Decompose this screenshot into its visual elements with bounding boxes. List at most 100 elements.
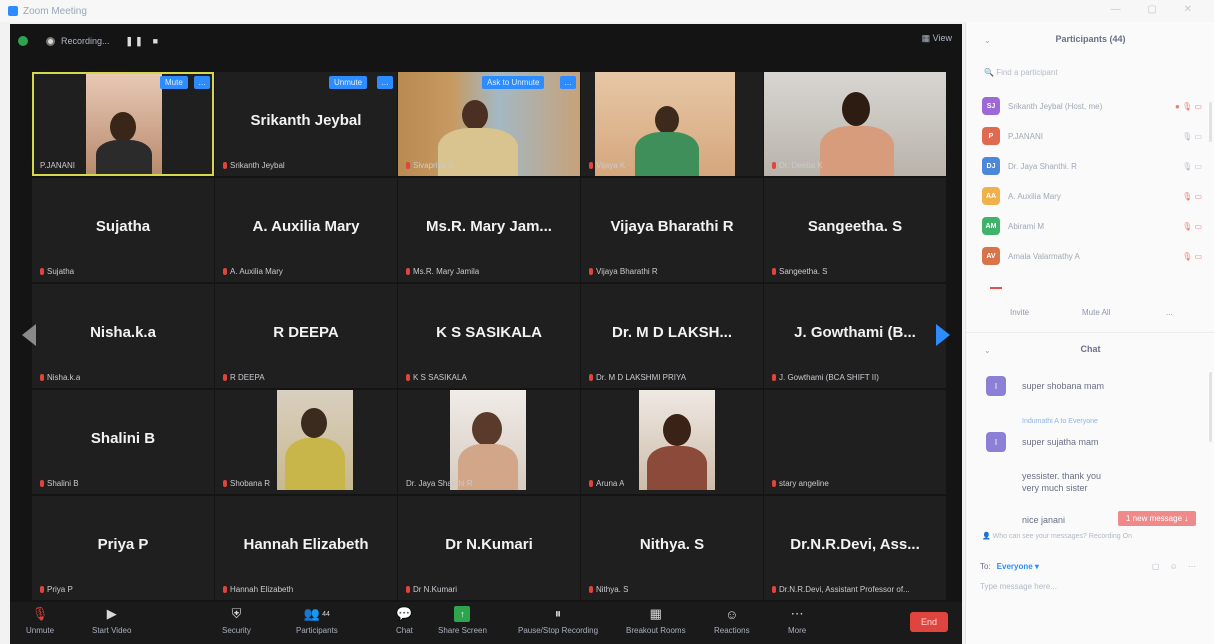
participant-row[interactable]: SJ Srikanth Jeybal (Host, me) ● 🎙 ▭ <box>982 96 1210 116</box>
unmute-button[interactable]: Unmute <box>329 76 368 89</box>
participants-scrollbar[interactable] <box>1209 102 1212 142</box>
meeting-topbar: Recording... ❚❚ ■ ▦ View <box>10 24 962 58</box>
meeting-toolbar: 🎙 Unmute ▶ Start Video ⛨ Security 👥 44 Pa… <box>10 602 962 644</box>
tile-more-button[interactable]: … <box>560 76 576 89</box>
stop-recording-button[interactable]: ■ <box>153 36 160 46</box>
chat-message: super sujatha mam <box>1022 437 1099 447</box>
video-tile[interactable]: Vijaya Bharathi R Vijaya Bharathi R <box>581 178 763 282</box>
video-tile[interactable]: Priya P Priya P <box>32 496 214 600</box>
tile-name-label: Dr. Deeba K <box>772 161 823 170</box>
share-screen-button[interactable]: ↑ Share Screen <box>438 606 487 635</box>
avatar: AV <box>982 247 1000 265</box>
side-panel: ⌄ Participants (44) 🔍 Find a participant… <box>965 22 1214 644</box>
ask-to-unmute-button[interactable]: Ask to Unmute <box>482 76 545 89</box>
end-meeting-button[interactable]: End <box>910 612 948 632</box>
tile-display-name: Dr.N.R.Devi, Ass... <box>790 536 920 553</box>
participants-more-button[interactable]: ... <box>1166 308 1173 317</box>
tile-more-button[interactable]: … <box>194 76 210 89</box>
pause-stop-recording-button[interactable]: ⏸ Pause/Stop Recording <box>518 606 598 635</box>
chat-button[interactable]: 💬 Chat <box>396 606 413 635</box>
video-tile[interactable]: Nithya. S Nithya. S <box>581 496 763 600</box>
video-tile[interactable]: Ask to Unmute … Sivapriya S <box>398 72 580 176</box>
video-tile[interactable]: Dr.N.R.Devi, Ass... Dr.N.R.Devi, Assista… <box>764 496 946 600</box>
video-tile[interactable]: Unmute … Srikanth Jeybal Srikanth Jeybal <box>215 72 397 176</box>
mute-all-button[interactable]: Mute All <box>1082 308 1110 317</box>
next-page-arrow-icon[interactable] <box>936 324 950 346</box>
tile-name-label: Sujatha <box>40 267 74 276</box>
tile-name-label: Priya P <box>40 585 73 594</box>
participant-row[interactable]: AM Abirami M 🎙 ▭ <box>982 216 1210 236</box>
unmute-button[interactable]: 🎙 Unmute <box>26 606 54 635</box>
chat-recipient: To: Everyone ▾ <box>980 562 1039 571</box>
video-tile[interactable]: Dr. Deeba K <box>764 72 946 176</box>
chat-message: yessister. thank you <box>1022 471 1102 481</box>
tile-name-label: A. Auxilia Mary <box>223 267 283 276</box>
participant-search-input[interactable]: 🔍 Find a participant <box>984 68 1058 77</box>
video-tile[interactable]: stary angeline <box>764 390 946 494</box>
zoom-logo-icon <box>8 6 18 16</box>
video-tile[interactable]: Aruna A <box>581 390 763 494</box>
mic-video-off-icon: 🎙 ▭ <box>1182 251 1202 261</box>
avatar: I <box>986 376 1006 396</box>
participant-row[interactable]: AA A. Auxilia Mary 🎙 ▭ <box>982 186 1210 206</box>
tile-name-label: R DEEPA <box>223 373 265 382</box>
panel-divider <box>966 332 1214 333</box>
chat-scrollbar[interactable] <box>1209 372 1212 442</box>
mute-button[interactable]: Mute <box>160 76 188 89</box>
video-tile[interactable]: Shalini B Shalini B <box>32 390 214 494</box>
video-tile[interactable]: Sujatha Sujatha <box>32 178 214 282</box>
security-shield-icon[interactable] <box>18 36 28 46</box>
participant-row[interactable]: AV Amala Valarmathy A 🎙 ▭ <box>982 246 1210 266</box>
reactions-button[interactable]: ☺ Reactions <box>714 606 750 636</box>
tile-more-button[interactable]: … <box>377 76 393 89</box>
breakout-rooms-button[interactable]: ▦ Breakout Rooms <box>626 606 686 635</box>
who-can-see-link[interactable]: 👤 Who can see your messages? Recording O… <box>982 532 1132 540</box>
window-title: Zoom Meeting <box>23 5 87 17</box>
tile-display-name: J. Gowthami (B... <box>794 324 916 341</box>
tile-display-name: Priya P <box>97 536 149 553</box>
avatar: AM <box>982 217 1000 235</box>
video-tile[interactable]: Hannah Elizabeth Hannah Elizabeth <box>215 496 397 600</box>
participant-row[interactable]: P P.JANANI 🎙 ▭ <box>982 126 1210 146</box>
video-tile[interactable]: J. Gowthami (B... J. Gowthami (BCA SHIFT… <box>764 284 946 388</box>
participant-row[interactable]: DJ Dr. Jaya Shanthi. R 🎙 ▭ <box>982 156 1210 176</box>
mic-video-icon: 🎙 ▭ <box>1182 161 1202 171</box>
reactions-icon: ☺ <box>725 606 739 622</box>
view-button[interactable]: ▦ View <box>922 33 952 44</box>
recipient-dropdown[interactable]: Everyone ▾ <box>997 562 1039 571</box>
participants-button[interactable]: 👥 44 Participants <box>296 606 338 635</box>
tile-display-name: A. Auxilia Mary <box>252 218 360 235</box>
video-tile[interactable]: Mute … P.JANANI <box>32 72 214 176</box>
tile-display-name: Hannah Elizabeth <box>243 536 369 553</box>
breakout-rooms-icon: ▦ <box>649 606 662 621</box>
video-tile[interactable]: Dr. Jaya Shanthi R <box>398 390 580 494</box>
tile-display-name: Vijaya Bharathi R <box>610 218 734 235</box>
participants-title: Participants (44) <box>1055 34 1126 44</box>
tile-display-name: Dr N.Kumari <box>445 536 533 553</box>
video-tile[interactable]: Sangeetha. S Sangeetha. S <box>764 178 946 282</box>
tile-display-name: Nisha.k.a <box>90 324 156 341</box>
video-tile[interactable]: Shobana R <box>215 390 397 494</box>
tile-display-name: R DEEPA <box>273 324 339 341</box>
previous-page-arrow-icon[interactable] <box>22 324 36 346</box>
video-tile[interactable]: Nisha.k.a Nisha.k.a <box>32 284 214 388</box>
video-tile[interactable]: Ms.R. Mary Jam... Ms.R. Mary Jamila <box>398 178 580 282</box>
video-tile[interactable]: Dr. M D LAKSH... Dr. M D LAKSHMI PRIYA <box>581 284 763 388</box>
tile-display-name: Dr. M D LAKSH... <box>611 324 732 341</box>
video-tile[interactable]: R DEEPA R DEEPA <box>215 284 397 388</box>
more-button[interactable]: ⋯ More <box>788 606 806 635</box>
video-tile[interactable]: A. Auxilia Mary A. Auxilia Mary <box>215 178 397 282</box>
pause-recording-button[interactable]: ❚❚ <box>126 36 145 47</box>
start-video-button[interactable]: ▶ Start Video <box>92 606 131 635</box>
chat-message-input[interactable]: Type message here... <box>980 582 1057 591</box>
video-tile[interactable]: K S SASIKALA K S SASIKALA <box>398 284 580 388</box>
security-button[interactable]: ⛨ Security <box>222 606 251 635</box>
video-tile[interactable]: Dr N.Kumari Dr N.Kumari <box>398 496 580 600</box>
window-controls[interactable]: — ▢ ✕ <box>1111 4 1204 15</box>
video-tile[interactable]: Vijaya K <box>581 72 763 176</box>
mic-video-off-icon: 🎙 ▭ <box>1182 191 1202 201</box>
tile-name-label: Ms.R. Mary Jamila <box>406 267 479 276</box>
chat-file-icons[interactable]: ▢ ☺ ⋯ <box>1152 562 1200 571</box>
invite-button[interactable]: Invite <box>1010 308 1029 317</box>
new-message-button[interactable]: 1 new message ↓ <box>1118 511 1197 526</box>
